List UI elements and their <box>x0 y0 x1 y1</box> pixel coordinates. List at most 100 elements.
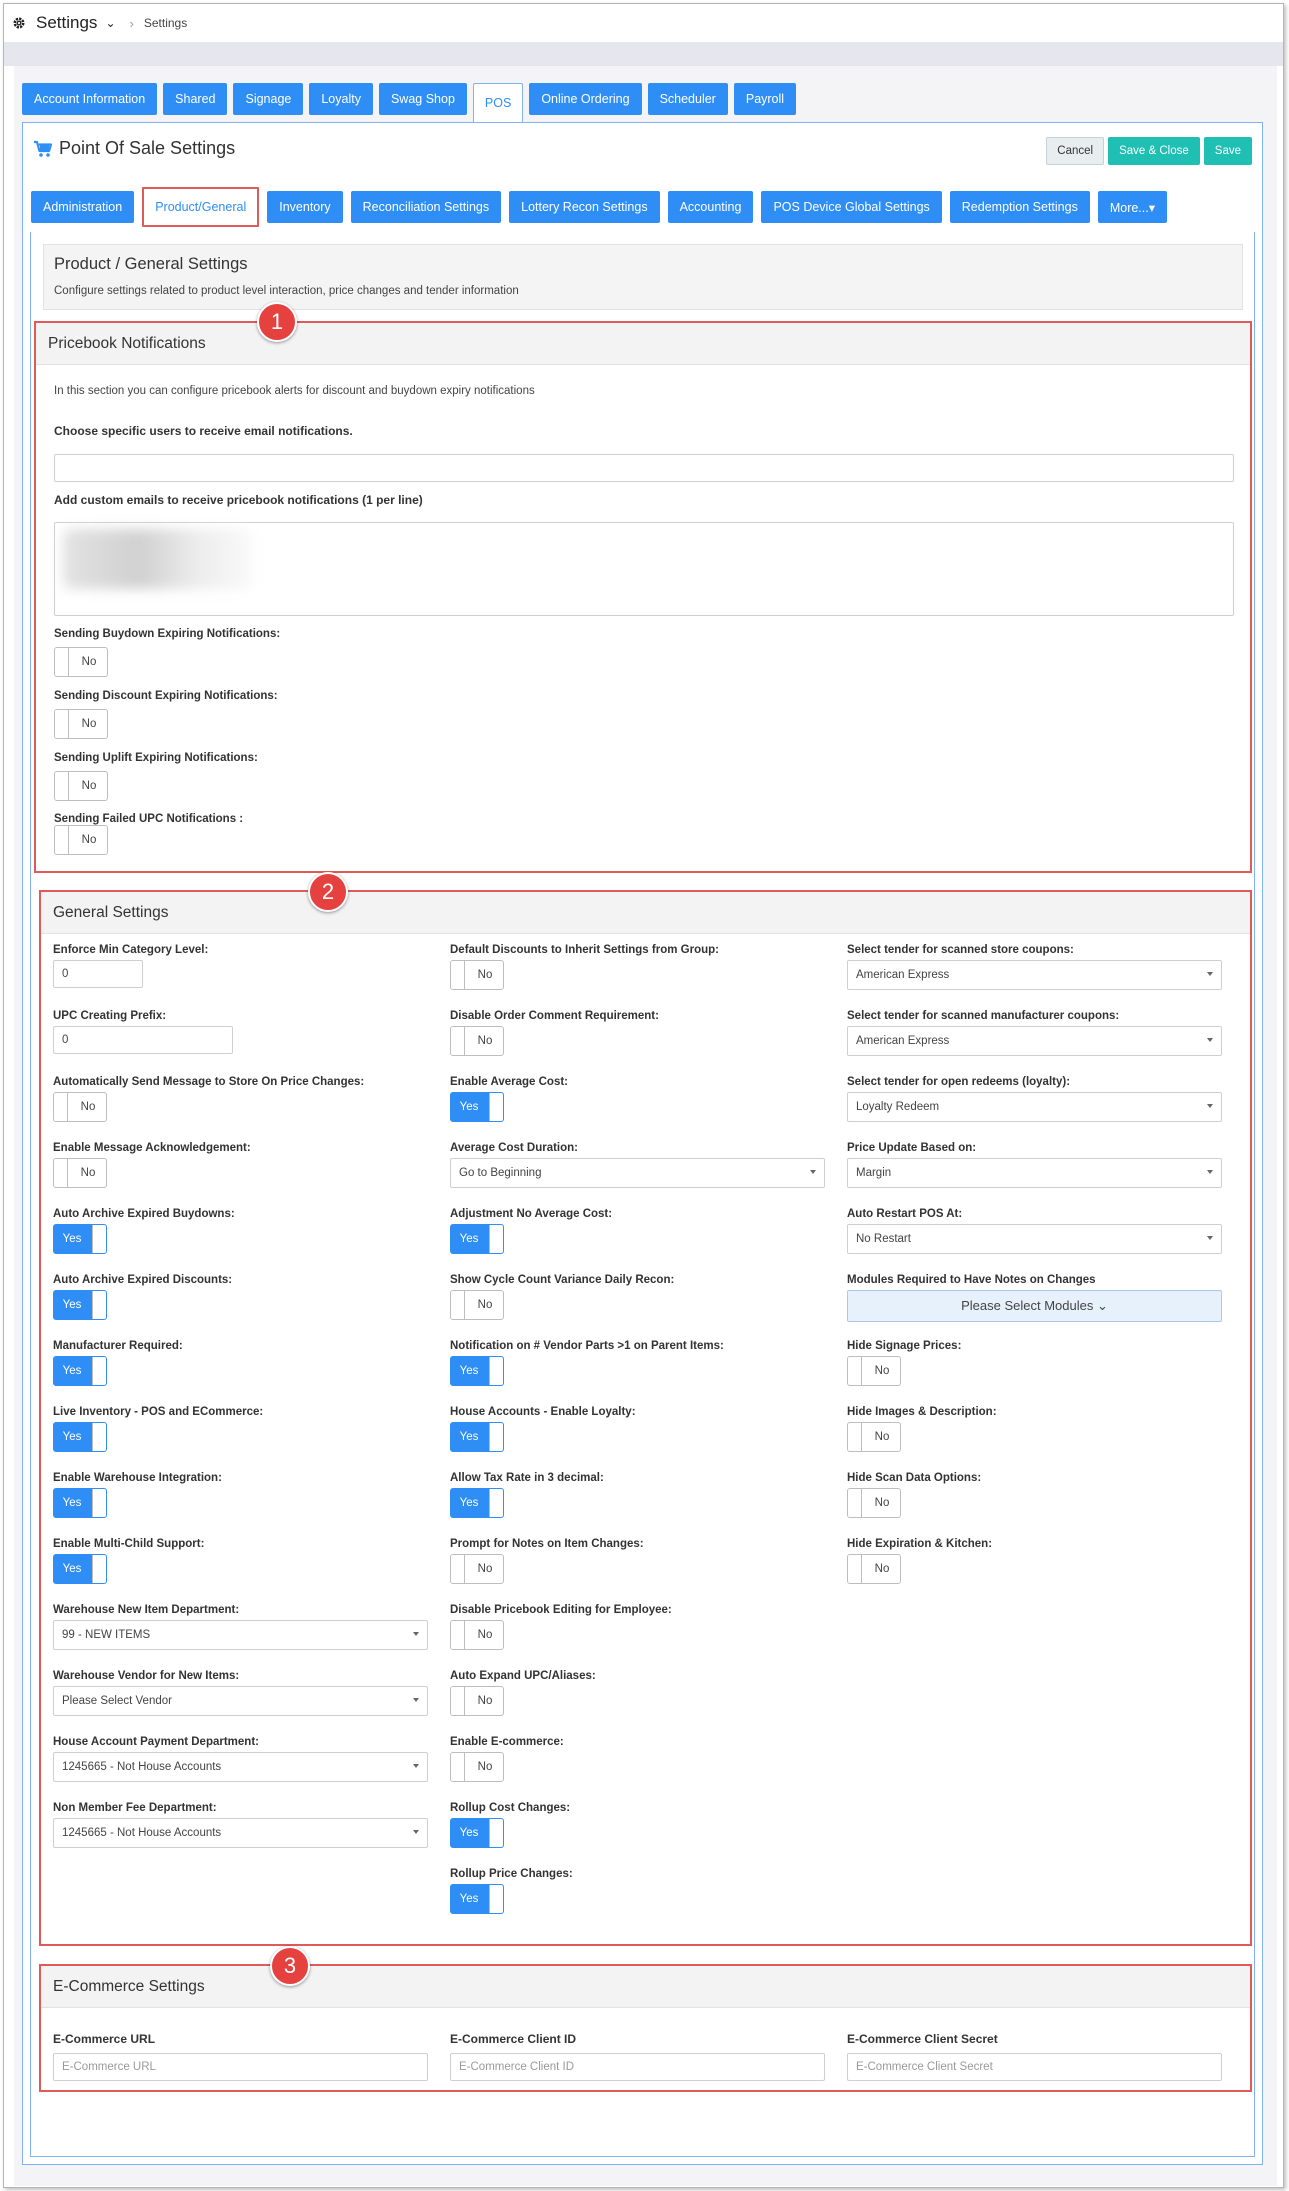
setting-label: Show Cycle Count Variance Daily Recon: <box>450 1274 675 1286</box>
setting-label: Warehouse Vendor for New Items: <box>53 1670 240 1682</box>
ecommerce-client-id-input[interactable]: E-Commerce Client ID <box>450 2053 825 2081</box>
tab-swag-shop[interactable]: Swag Shop <box>378 83 467 115</box>
live-inventory-pos-and-ecommerce-toggle[interactable]: Yes <box>53 1422 107 1452</box>
tab-loyalty[interactable]: Loyalty <box>309 83 373 115</box>
select-tender-for-scanned-store-coupons-select[interactable]: American Express <box>847 960 1222 990</box>
price-update-based-on-select[interactable]: Margin <box>847 1158 1222 1188</box>
auto-archive-expired-buydowns-toggle[interactable]: Yes <box>53 1224 107 1254</box>
select-tender-for-open-redeems-loyalty-select[interactable]: Loyalty Redeem <box>847 1092 1222 1122</box>
house-accounts-enable-loyalty-toggle[interactable]: Yes <box>450 1422 504 1452</box>
auto-expand-upc-aliases-toggle[interactable]: No <box>450 1686 504 1716</box>
tab-more-dropdown[interactable]: More...▾ <box>1097 191 1168 223</box>
auto-archive-expired-discounts-toggle[interactable]: Yes <box>53 1290 107 1320</box>
buydown-expiring-toggle[interactable]: No <box>54 647 108 677</box>
rollup-price-changes-toggle[interactable]: Yes <box>450 1884 504 1914</box>
tab-product-general[interactable]: Product/General <box>142 187 260 227</box>
setting-label: Hide Expiration & Kitchen: <box>847 1538 993 1550</box>
toggle-label: Sending Discount Expiring Notifications: <box>54 690 278 702</box>
save-close-button[interactable]: Save & Close <box>1108 137 1200 165</box>
hide-images-description-toggle[interactable]: No <box>847 1422 901 1452</box>
failed-upc-toggle[interactable]: No <box>54 825 108 855</box>
cancel-button[interactable]: Cancel <box>1046 137 1105 165</box>
toggle-label: Sending Buydown Expiring Notifications: <box>54 628 281 640</box>
notification-on-vendor-parts-1-on-parent-items-toggle[interactable]: Yes <box>450 1356 504 1386</box>
setting-label: Disable Pricebook Editing for Employee: <box>450 1604 672 1616</box>
enable-message-acknowledgement-toggle[interactable]: No <box>53 1158 107 1188</box>
setting-label: Non Member Fee Department: <box>53 1802 217 1814</box>
setting-label: Manufacturer Required: <box>53 1340 183 1352</box>
show-cycle-count-variance-daily-recon-toggle[interactable]: No <box>450 1290 504 1320</box>
modules-select-button[interactable]: Please Select Modules ⌄ <box>847 1290 1222 1322</box>
tab-accounting[interactable]: Accounting <box>667 191 754 223</box>
setting-label: Rollup Price Changes: <box>450 1868 573 1880</box>
allow-tax-rate-in-3-decimal-toggle[interactable]: Yes <box>450 1488 504 1518</box>
upc-creating-prefix-input[interactable]: 0 <box>53 1026 233 1054</box>
step-badge-3: 3 <box>270 1946 310 1986</box>
enable-warehouse-integration-toggle[interactable]: Yes <box>53 1488 107 1518</box>
save-button[interactable]: Save <box>1203 137 1252 165</box>
enable-multi-child-support-toggle[interactable]: Yes <box>53 1554 107 1584</box>
tab-account-information[interactable]: Account Information <box>22 83 158 115</box>
tab-shared[interactable]: Shared <box>163 83 228 115</box>
setting-label: Select tender for scanned manufacturer c… <box>847 1010 1120 1022</box>
manufacturer-required-toggle[interactable]: Yes <box>53 1356 107 1386</box>
hide-expiration-kitchen-toggle[interactable]: No <box>847 1554 901 1584</box>
setting-label: Prompt for Notes on Item Changes: <box>450 1538 644 1550</box>
warehouse-vendor-for-new-items-select[interactable]: Please Select Vendor <box>53 1686 428 1716</box>
tab-lottery-recon-settings[interactable]: Lottery Recon Settings <box>509 191 660 223</box>
section-title: General Settings <box>53 904 169 921</box>
house-account-payment-department-select[interactable]: 1245665 - Not House Accounts <box>53 1752 428 1782</box>
enable-e-commerce-toggle[interactable]: No <box>450 1752 504 1782</box>
setting-label: House Accounts - Enable Loyalty: <box>450 1406 636 1418</box>
warehouse-new-item-department-select[interactable]: 99 - NEW ITEMS <box>53 1620 428 1650</box>
average-cost-duration-select[interactable]: Go to Beginning <box>450 1158 825 1188</box>
uplift-expiring-toggle[interactable]: No <box>54 771 108 801</box>
toggle-label: Sending Failed UPC Notifications : <box>54 813 244 825</box>
hide-signage-prices-toggle[interactable]: No <box>847 1356 901 1386</box>
header-actions: Cancel Save & Close Save <box>1046 137 1252 165</box>
step-badge-1: 1 <box>257 302 297 342</box>
setting-label: Live Inventory - POS and ECommerce: <box>53 1406 264 1418</box>
emails-label: Add custom emails to receive pricebook n… <box>54 493 423 507</box>
ecommerce-client-secret-input[interactable]: E-Commerce Client Secret <box>847 2053 1222 2081</box>
custom-emails-textarea[interactable] <box>54 522 1234 616</box>
prompt-for-notes-on-item-changes-toggle[interactable]: No <box>450 1554 504 1584</box>
caret-down-icon <box>1207 972 1213 976</box>
tab-online-ordering[interactable]: Online Ordering <box>529 83 642 115</box>
disable-order-comment-requirement-toggle[interactable]: No <box>450 1026 504 1056</box>
users-select-input[interactable] <box>54 454 1234 482</box>
tab-reconciliation-settings[interactable]: Reconciliation Settings <box>350 191 502 223</box>
auto-restart-pos-at-select[interactable]: No Restart <box>847 1224 1222 1254</box>
setting-label: Enable Message Acknowledgement: <box>53 1142 251 1154</box>
automatically-send-message-to-store-on-price-changes-toggle[interactable]: No <box>53 1092 107 1122</box>
section-header: E-Commerce Settings <box>41 1966 1250 2008</box>
hide-scan-data-options-toggle[interactable]: No <box>847 1488 901 1518</box>
caret-down-icon <box>413 1830 419 1834</box>
chevron-down-icon[interactable]: ⌄ <box>105 16 115 30</box>
discount-expiring-toggle[interactable]: No <box>54 709 108 739</box>
adjustment-no-average-cost-toggle[interactable]: Yes <box>450 1224 504 1254</box>
tab-inventory[interactable]: Inventory <box>267 191 343 223</box>
tab-redemption-settings[interactable]: Redemption Settings <box>949 191 1090 223</box>
tab-pos[interactable]: POS <box>472 83 524 123</box>
enable-average-cost-toggle[interactable]: Yes <box>450 1092 504 1122</box>
tab-payroll[interactable]: Payroll <box>733 83 797 115</box>
tab-signage[interactable]: Signage <box>233 83 304 115</box>
ecommerce-url-input[interactable]: E-Commerce URL <box>53 2053 428 2081</box>
non-member-fee-department-select[interactable]: 1245665 - Not House Accounts <box>53 1818 428 1848</box>
enforce-min-category-level-input[interactable]: 0 <box>53 960 143 988</box>
main-content: Account Information Shared Signage Loyal… <box>14 66 1277 2186</box>
caret-down-icon <box>1207 1170 1213 1174</box>
tab-pos-device-global-settings[interactable]: POS Device Global Settings <box>761 191 942 223</box>
tab-scheduler[interactable]: Scheduler <box>647 83 728 115</box>
ecommerce-url-label: E-Commerce URL <box>53 2032 156 2046</box>
caret-down-icon <box>1207 1038 1213 1042</box>
select-tender-for-scanned-manufacturer-coupons-select[interactable]: American Express <box>847 1026 1222 1056</box>
default-discounts-to-inherit-settings-from-group-toggle[interactable]: No <box>450 960 504 990</box>
tab-administration[interactable]: Administration <box>31 191 135 223</box>
module-title[interactable]: Settings <box>36 13 97 33</box>
rollup-cost-changes-toggle[interactable]: Yes <box>450 1818 504 1848</box>
breadcrumb[interactable]: Settings <box>144 16 187 30</box>
setting-label: Enable Average Cost: <box>450 1076 569 1088</box>
disable-pricebook-editing-for-employee-toggle[interactable]: No <box>450 1620 504 1650</box>
